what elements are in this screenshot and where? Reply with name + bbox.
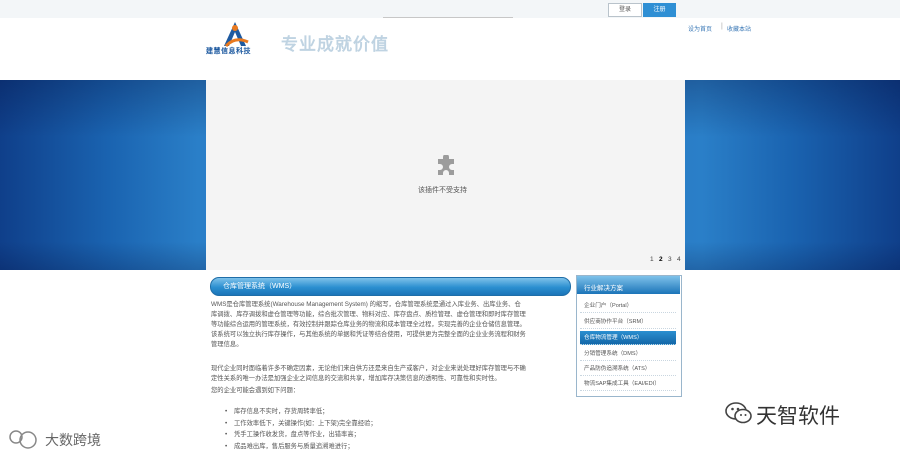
- register-button[interactable]: 注册: [643, 3, 676, 17]
- list-item: 成品难出库，售后服务与质量追溯难进行；: [225, 441, 564, 453]
- watermark-logo-icon: [9, 430, 37, 449]
- list-item: 工作效率低下，关键操作(如：上下架)完全靠经验；: [225, 418, 564, 430]
- logo-text: 建慧信息科技: [206, 48, 251, 55]
- content-line: 您的企业可能会遇到如下问题：: [211, 387, 300, 394]
- content-line: 现代企业同时面临着许多不确定因素，无论他们来自供方还是来自生产或客户，对企业来说…: [211, 365, 526, 372]
- wechat-icon: [725, 402, 752, 424]
- pager-1[interactable]: 1: [650, 256, 654, 263]
- pager-4[interactable]: 4: [677, 256, 681, 263]
- content-line: 该系统可以独立执行库存操作，与其他系统的单据和凭证等结合使用，可提供更为完整全面…: [211, 331, 526, 338]
- content-line: 管理信息。: [211, 341, 243, 348]
- watermark-left: 大数跨境: [45, 432, 101, 448]
- content-line: 定性关系的唯一办法是加强企业之间信息的交流和共享，增加库存决策信息的透明性、可靠…: [211, 375, 501, 382]
- site-header: [0, 18, 900, 80]
- puzzle-piece-icon: [438, 155, 454, 175]
- content-line: 等功能综合运用的管理系统，有效控制并跟踪仓库业务的物流和成本管理全过程，实现完善…: [211, 321, 526, 328]
- pager-2[interactable]: 2: [659, 256, 663, 263]
- content-line: WMS是仓库管理系统(Warehouse Management System) …: [211, 301, 521, 308]
- login-button[interactable]: 登录: [608, 3, 642, 17]
- add-favorite-link[interactable]: 收藏本站: [727, 24, 751, 33]
- sidebar-item-eai[interactable]: 物流SAP集成工具（EAI/EDI）: [580, 377, 676, 391]
- header-link-separator: |: [721, 23, 723, 30]
- problem-list: 库存信息不实时，存货周转率低； 工作效率低下，关键操作(如：上下架)完全靠经验；…: [225, 406, 564, 453]
- section-title: 仓库管理系统（WMS）: [223, 283, 297, 290]
- sidebar-item-dms[interactable]: 分销管理系统（DMS）: [580, 347, 676, 361]
- site-slogan: 专业成就价值: [281, 35, 389, 55]
- sidebar-title: 行业解决方案: [584, 285, 623, 292]
- set-homepage-link[interactable]: 设为首页: [688, 24, 712, 33]
- sidebar-item-srm[interactable]: 供应商协作平台（SRM）: [580, 315, 676, 329]
- sidebar-item-ats[interactable]: 产品防伪追溯系统（ATS）: [580, 362, 676, 376]
- pager-3[interactable]: 3: [668, 256, 672, 263]
- list-item: 库存信息不实时，存货周转率低；: [225, 406, 564, 418]
- sidebar-item-portal[interactable]: 企业门户（Portal）: [580, 299, 676, 313]
- watermark-right: 天智软件: [756, 405, 840, 428]
- sidebar-item-wms[interactable]: 仓库物流管理（WMS）: [580, 331, 676, 345]
- plugin-unsupported-text: 该插件不受支持: [418, 187, 467, 194]
- content-line: 库调拨、库存调拨和虚仓管理等功能，综合批次管理、物料对应、库存盘点、质检管理、虚…: [211, 311, 526, 318]
- list-item: 凭手工操作收发货，盘点等作业，出错率高；: [225, 429, 564, 441]
